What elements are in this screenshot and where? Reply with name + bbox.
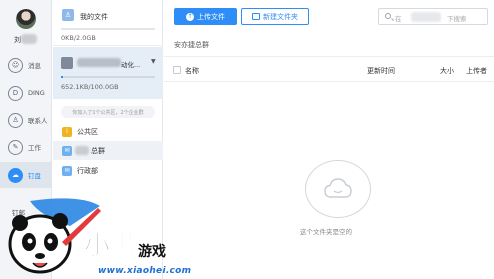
- public-area-icon: i: [62, 126, 72, 137]
- column-uploader[interactable]: 上传者: [466, 66, 487, 76]
- my-files-usage-text: 0KB/2.0GB: [61, 34, 96, 42]
- work-icon: ✎: [8, 139, 23, 155]
- folder-item-label: 公共区: [77, 127, 98, 136]
- folder-item-public[interactable]: i 公共区: [53, 122, 163, 141]
- contacts-icon: ♙: [8, 112, 23, 128]
- empty-folder-icon: [305, 160, 371, 218]
- nav-item-label: 工作: [28, 144, 41, 152]
- membership-hint: 你加入了1个公共区，2个企业群: [61, 106, 155, 118]
- empty-folder-text: 这个文件夹是空的: [300, 228, 352, 236]
- file-pane: ↑ 上传文件 新建文件夹 在 下搜索 安亦捷总群 名称 更新时间 大小 上传者 …: [164, 0, 494, 279]
- search-box[interactable]: 在 下搜索: [378, 8, 488, 25]
- org-usage-text: 652.1KB/100.0GB: [61, 83, 119, 91]
- nav-rail: 刘 ☺ 消息 D DING ♙ 联系人 ✎ 工作 ☁ 钉盘 钉邮: [0, 0, 52, 279]
- group-folder-icon: ✉: [62, 165, 72, 176]
- chevron-down-icon[interactable]: ▼: [151, 58, 156, 65]
- user-name-redaction: [21, 34, 37, 44]
- folder-item-label: 行政部: [77, 166, 98, 175]
- nav-item-label: 消息: [28, 62, 41, 70]
- search-scope-redaction: [411, 12, 441, 22]
- nav-item-messages[interactable]: ☺ 消息: [0, 52, 52, 78]
- folder-item-admin[interactable]: ✉ 行政部: [53, 161, 163, 180]
- upload-button[interactable]: ↑ 上传文件: [174, 8, 237, 25]
- column-updated[interactable]: 更新时间: [367, 66, 395, 76]
- folder-item-general-group[interactable]: ✉ 总群: [53, 141, 163, 160]
- user-file-icon: ♙: [62, 9, 74, 21]
- nav-item-label: DING: [28, 89, 45, 97]
- nav-item-mail[interactable]: 钉邮: [12, 207, 25, 217]
- nav-item-label: 联系人: [28, 117, 48, 125]
- upload-button-label: 上传文件: [197, 12, 225, 21]
- org-icon: [61, 57, 73, 69]
- folder-tree: ♙ 我的文件 0KB/2.0GB 动化... ▼ 652.1KB/100.0GB…: [53, 0, 163, 279]
- org-name-redaction: [77, 58, 121, 67]
- new-folder-button[interactable]: 新建文件夹: [241, 8, 309, 25]
- my-files-entry[interactable]: ♙ 我的文件 0KB/2.0GB: [53, 0, 163, 46]
- org-drive-entry[interactable]: 动化... ▼ 652.1KB/100.0GB: [53, 47, 163, 99]
- upload-icon: ↑: [186, 12, 194, 21]
- file-table-header: 名称 更新时间 大小 上传者: [164, 56, 494, 82]
- org-usage-fill: [61, 76, 63, 78]
- group-folder-icon: ✉: [62, 145, 72, 156]
- my-files-usage-bar: [61, 28, 155, 30]
- chat-icon: ☺: [8, 57, 23, 73]
- folder-icon: [252, 13, 260, 20]
- my-files-title: 我的文件: [80, 13, 108, 21]
- column-size[interactable]: 大小: [440, 66, 454, 76]
- breadcrumb: 安亦捷总群: [174, 41, 209, 49]
- nav-item-contacts[interactable]: ♙ 联系人: [0, 107, 52, 133]
- folder-name-redaction: [75, 146, 89, 155]
- org-name: 动化...: [121, 61, 141, 69]
- watermark-url: www.xiaohei.com: [98, 266, 192, 276]
- nav-item-label: 钉盘: [28, 172, 41, 180]
- column-name[interactable]: 名称: [185, 66, 199, 76]
- cloud-drive-icon: ☁: [8, 167, 23, 183]
- user-name: 刘: [14, 36, 21, 44]
- cloud-icon: [324, 178, 352, 198]
- select-all-checkbox[interactable]: [173, 66, 181, 74]
- nav-item-ding[interactable]: D DING: [0, 80, 52, 106]
- new-folder-button-label: 新建文件夹: [263, 12, 298, 21]
- avatar[interactable]: [16, 9, 36, 29]
- nav-item-cloud-drive[interactable]: ☁ 钉盘: [0, 162, 52, 188]
- org-usage-bar: [61, 76, 155, 78]
- search-prefix: 在: [395, 15, 402, 23]
- search-icon: [385, 13, 391, 19]
- ding-icon: D: [8, 85, 23, 101]
- search-suffix: 下搜索: [447, 15, 467, 23]
- nav-item-work[interactable]: ✎ 工作: [0, 134, 52, 160]
- folder-item-label: 总群: [91, 146, 105, 155]
